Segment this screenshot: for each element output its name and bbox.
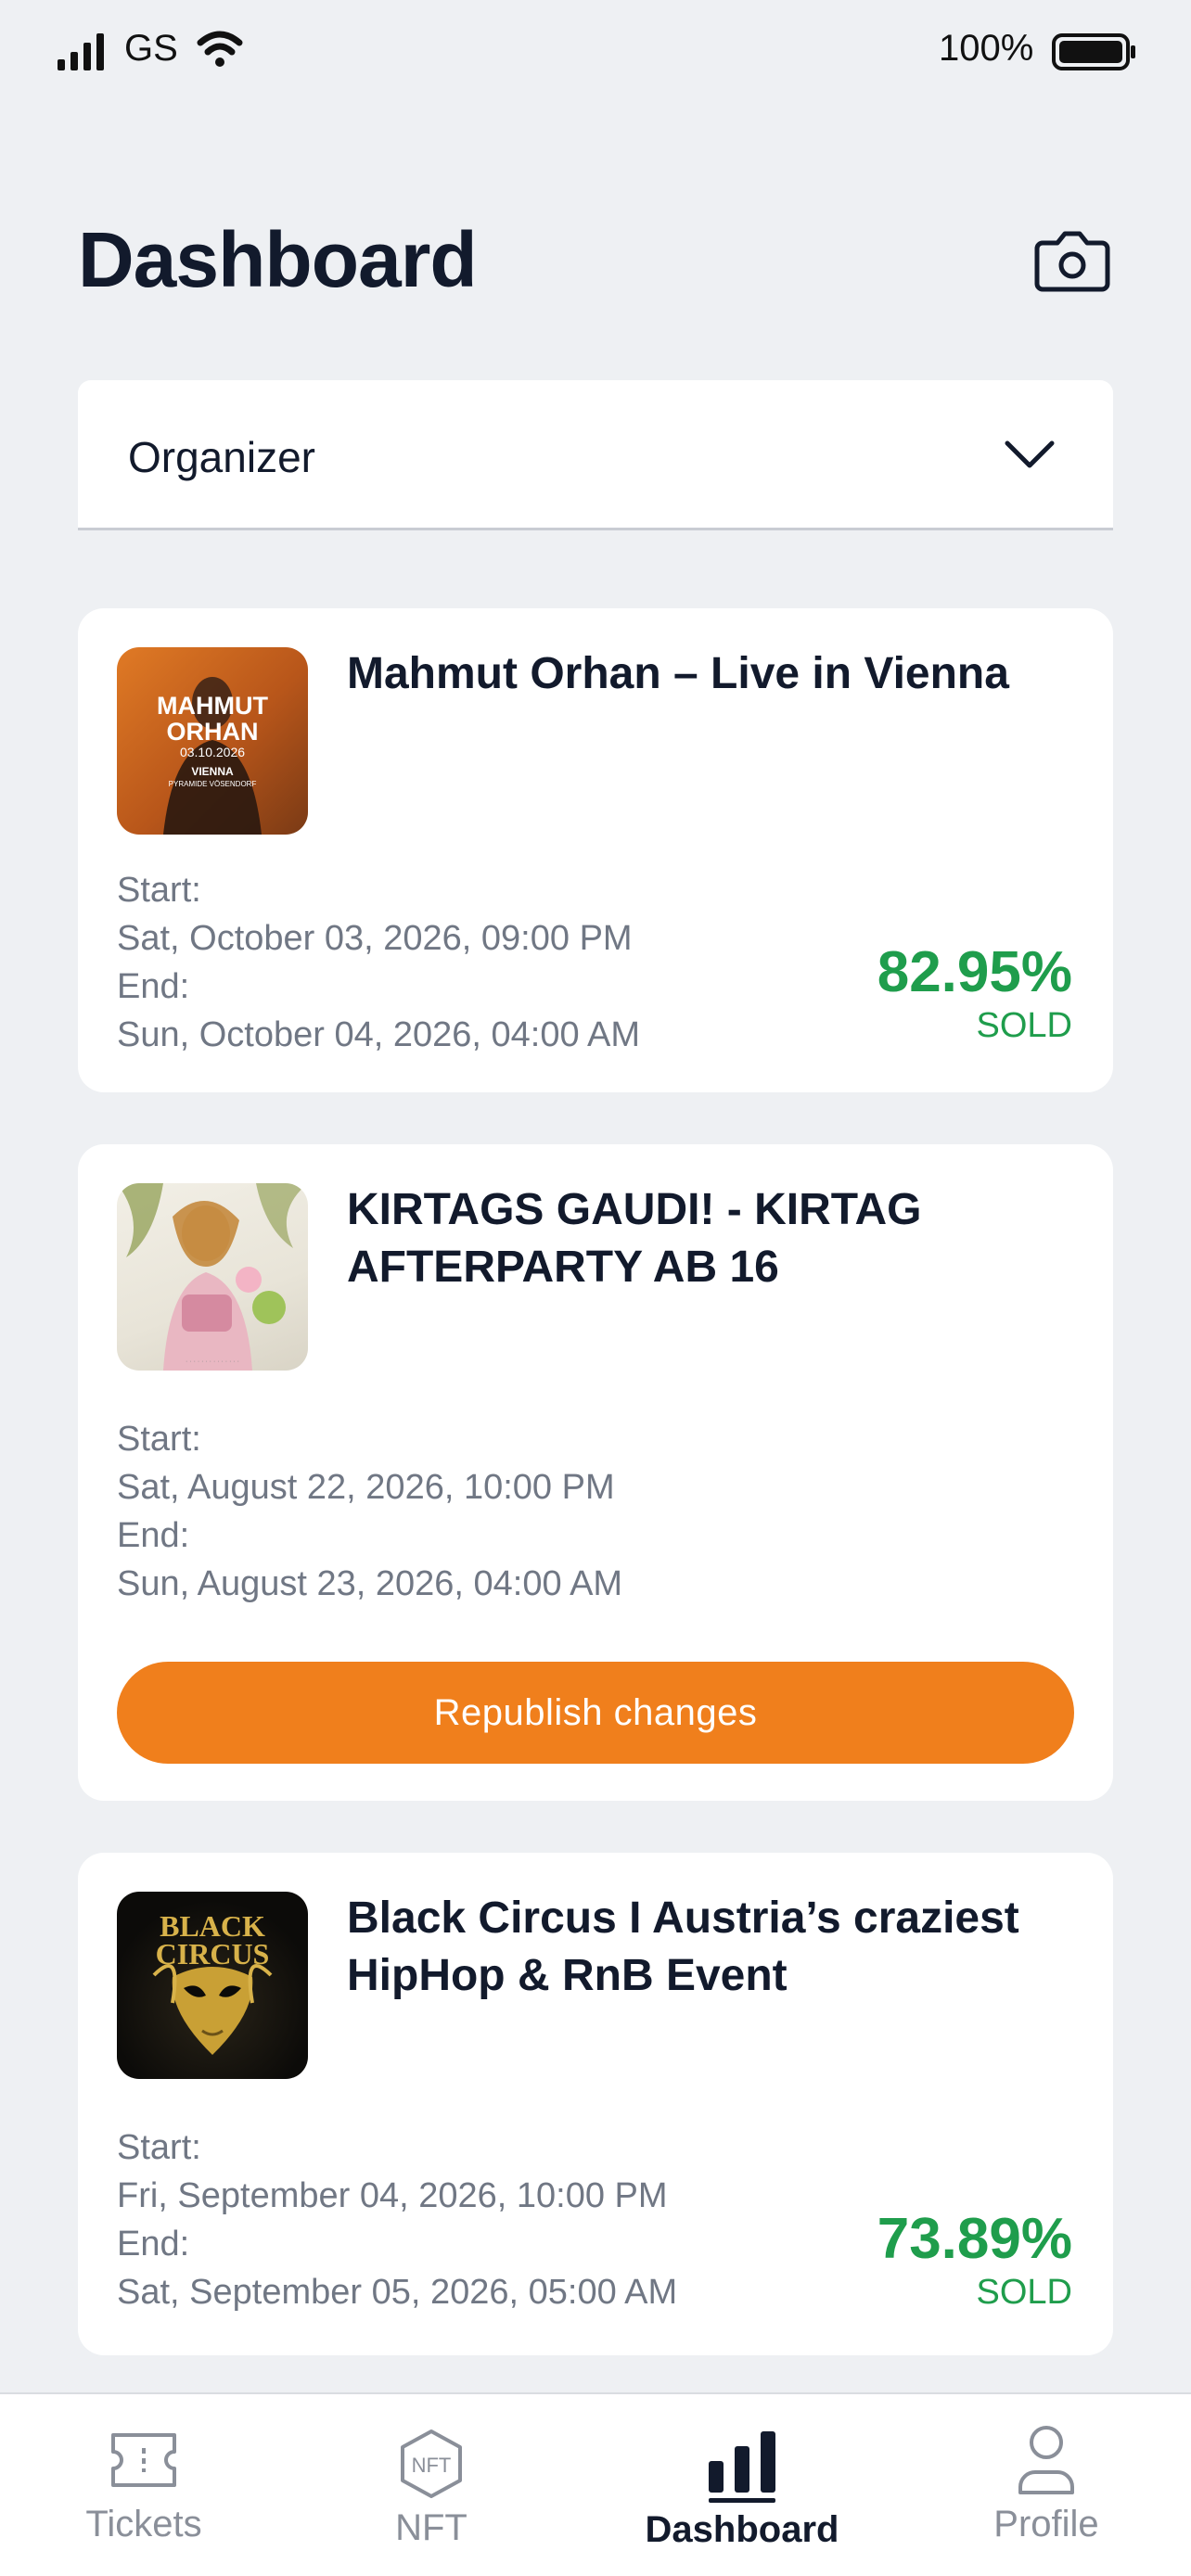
nav-item-tickets[interactable]: Tickets bbox=[58, 2394, 230, 2576]
carrier-name: GS bbox=[124, 28, 178, 69]
signal-icon bbox=[58, 33, 104, 70]
event-card[interactable]: BLACK CIRCUS Black Circus I Austria’s cr… bbox=[78, 1853, 1113, 2355]
battery-icon bbox=[1052, 33, 1135, 70]
poster-line1: MAHMUT bbox=[157, 692, 268, 720]
status-bar: GS 100% bbox=[0, 0, 1191, 104]
sold-percentage: 73.89% bbox=[877, 2207, 1072, 2271]
event-title: Mahmut Orhan – Live in Vienna bbox=[347, 649, 1009, 698]
end-label: End: bbox=[117, 1516, 190, 1555]
republish-changes-button[interactable]: Republish changes bbox=[117, 1662, 1074, 1764]
poster-date: 03.10.2026 bbox=[180, 745, 245, 759]
poster-city: VIENNA bbox=[191, 765, 234, 778]
sold-label: SOLD bbox=[976, 2273, 1072, 2312]
nav-label-tickets: Tickets bbox=[85, 2504, 202, 2544]
start-date: Sat, August 22, 2026, 10:00 PM bbox=[117, 1468, 615, 1507]
event-poster: BLACK CIRCUS bbox=[117, 1892, 308, 2079]
wifi-icon bbox=[197, 31, 243, 67]
end-date: Sat, September 05, 2026, 05:00 AM bbox=[117, 2273, 678, 2312]
nav-label-profile: Profile bbox=[993, 2504, 1099, 2544]
sold-label: SOLD bbox=[976, 1006, 1072, 1045]
start-label: Start: bbox=[117, 2128, 201, 2167]
organizer-dropdown[interactable]: Organizer bbox=[78, 380, 1113, 530]
battery-percentage: 100% bbox=[939, 28, 1034, 69]
event-poster: MAHMUT ORHAN 03.10.2026 VIENNA PYRAMIDE … bbox=[117, 647, 308, 835]
start-date: Fri, September 04, 2026, 10:00 PM bbox=[117, 2176, 668, 2215]
start-label: Start: bbox=[117, 1420, 201, 1459]
svg-text:NFT: NFT bbox=[412, 2454, 452, 2477]
nav-item-nft[interactable]: NFT NFT bbox=[362, 2394, 501, 2576]
nav-label-dashboard: Dashboard bbox=[645, 2509, 839, 2550]
start-label: Start: bbox=[117, 871, 201, 910]
bar-chart-icon bbox=[709, 2431, 775, 2503]
end-label: End: bbox=[117, 2225, 190, 2264]
poster-venue: PYRAMIDE VÖSENDORF bbox=[169, 780, 257, 788]
nav-item-profile[interactable]: Profile bbox=[970, 2394, 1122, 2576]
user-icon bbox=[1018, 2426, 1074, 2494]
poster-artwork: BLACK CIRCUS bbox=[152, 1909, 273, 2055]
end-label: End: bbox=[117, 967, 190, 1006]
nav-label-nft: NFT bbox=[395, 2507, 467, 2548]
poster-line2: ORHAN bbox=[167, 718, 259, 746]
bottom-nav: Tickets NFT NFT Dashboard Profile bbox=[0, 2392, 1191, 2576]
start-date: Sat, October 03, 2026, 09:00 PM bbox=[117, 919, 633, 958]
poster-artwork: MAHMUT ORHAN 03.10.2026 VIENNA PYRAMIDE … bbox=[157, 677, 268, 835]
ticket-icon bbox=[111, 2433, 176, 2487]
nft-icon: NFT bbox=[401, 2429, 462, 2498]
event-card[interactable]: · · · · · · · · · · · · · · KIRTAGS GAUD… bbox=[78, 1144, 1113, 1801]
event-dates: Start: Fri, September 04, 2026, 10:00 PM… bbox=[117, 2123, 677, 2316]
page-title: Dashboard bbox=[78, 216, 478, 303]
event-card[interactable]: MAHMUT ORHAN 03.10.2026 VIENNA PYRAMIDE … bbox=[78, 608, 1113, 1092]
event-title: KIRTAGS GAUDI! - KIRTAG AFTERPARTY AB 16 bbox=[347, 1185, 922, 1292]
event-poster: · · · · · · · · · · · · · · bbox=[117, 1183, 308, 1371]
event-dates: Start: Sat, October 03, 2026, 09:00 PM E… bbox=[117, 866, 640, 1059]
svg-text:· · · · · · · · · · · · · ·: · · · · · · · · · · · · · · bbox=[186, 1358, 239, 1365]
camera-icon[interactable] bbox=[1033, 219, 1111, 297]
event-title: Black Circus I Austria’s craziest HipHop… bbox=[347, 1894, 1019, 2000]
sold-stat: 73.89% SOLD bbox=[877, 2207, 1072, 2313]
nav-item-dashboard[interactable]: Dashboard bbox=[631, 2394, 853, 2576]
end-date: Sun, October 04, 2026, 04:00 AM bbox=[117, 1015, 641, 1054]
chevron-down-icon bbox=[1005, 440, 1055, 468]
dropdown-value: Organizer bbox=[128, 433, 315, 481]
sold-stat: 82.95% SOLD bbox=[877, 940, 1072, 1046]
poster-artwork: · · · · · · · · · · · · · · bbox=[117, 1183, 308, 1371]
sold-percentage: 82.95% bbox=[877, 940, 1072, 1004]
event-dates: Start: Sat, August 22, 2026, 10:00 PM En… bbox=[117, 1415, 622, 1608]
end-date: Sun, August 23, 2026, 04:00 AM bbox=[117, 1564, 623, 1603]
